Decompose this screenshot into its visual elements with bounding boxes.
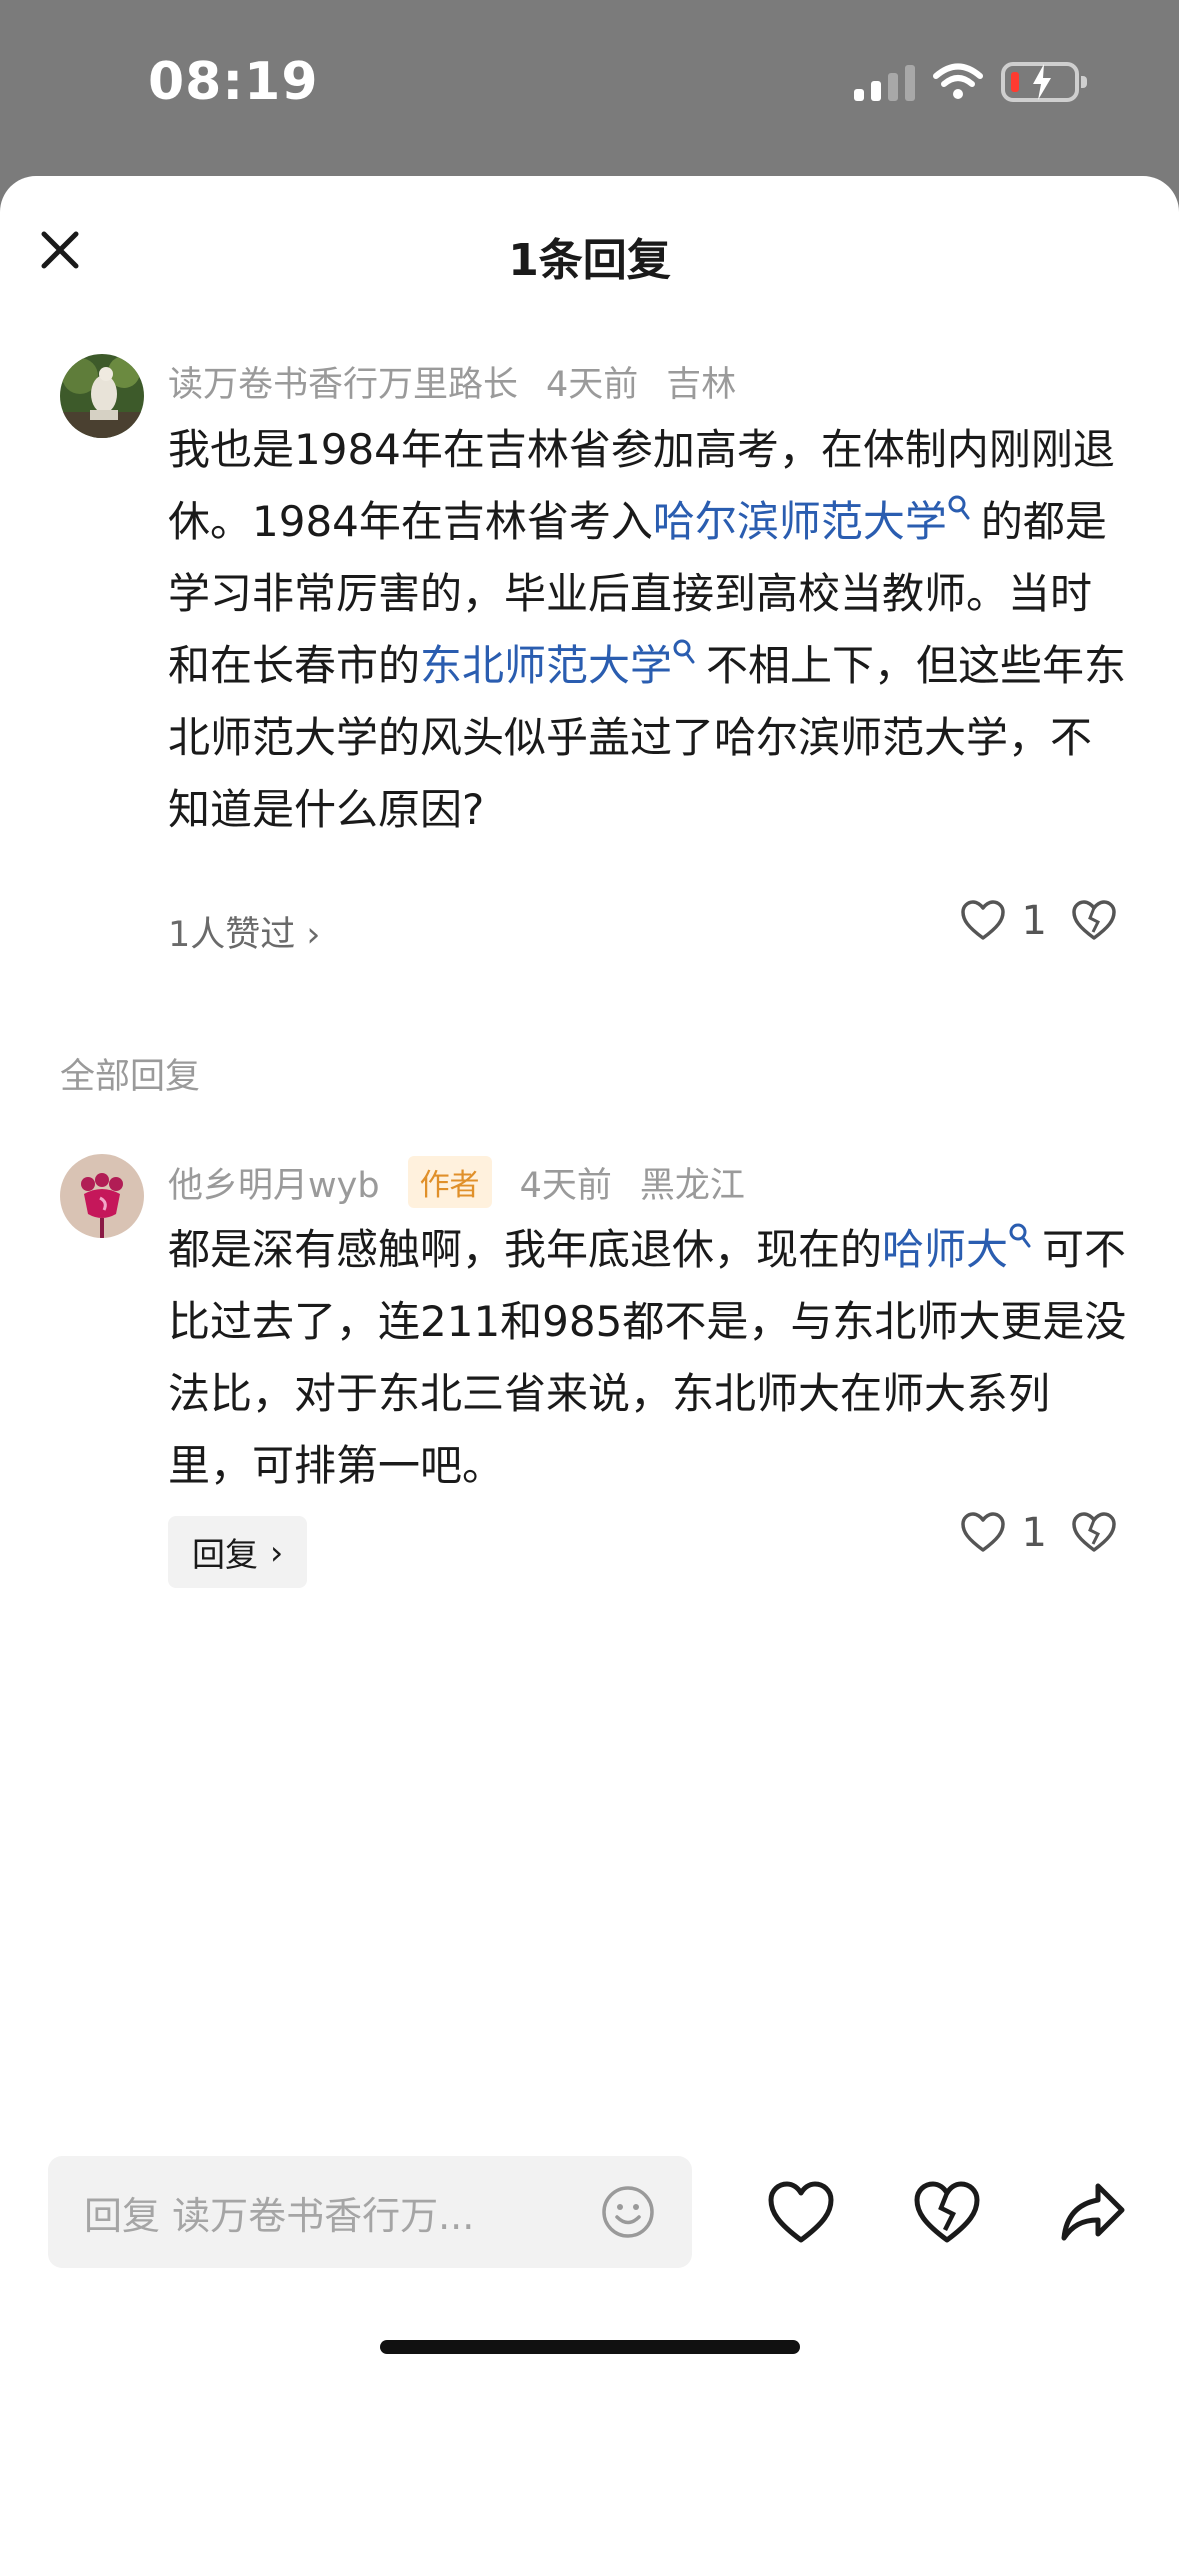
location: 吉林 <box>666 365 737 405</box>
sheet-title: 1条回复 <box>508 235 671 286</box>
share-icon[interactable] <box>1058 2178 1128 2248</box>
likes-summary-link[interactable]: 1人赞过 › <box>168 906 320 957</box>
like-count: 1 <box>1021 1510 1047 1556</box>
chevron-right-icon: › <box>270 1532 284 1572</box>
reply-meta: 他乡明月wyb 作者 4天前 黑龙江 <box>168 1156 773 1208</box>
wifi-icon <box>933 63 983 99</box>
comment-text: 我也是1984年在吉林省参加高考，在体制内刚刚退休。1984年在吉林省考入哈尔滨… <box>168 414 1128 846</box>
avatar[interactable] <box>60 354 144 438</box>
comment-meta: 读万卷书香行万里路长 4天前 吉林 <box>168 356 764 407</box>
section-label-all-replies: 全部回复 <box>60 1057 201 1097</box>
battery-icon <box>1001 62 1087 102</box>
heart-icon <box>960 900 1005 940</box>
author-badge: 作者 <box>407 1156 492 1208</box>
sheet-header: 1条回复 <box>0 176 1179 324</box>
comment-text-part: 我也是1984年在吉林省参加高考，在体制内刚刚退休。1984年在吉林省考入 <box>168 425 1115 546</box>
like-button[interactable]: 1 <box>960 1510 1047 1556</box>
home-indicator <box>380 2340 800 2354</box>
link-harbin-normal-university[interactable]: 哈尔滨师范大学 <box>653 497 947 546</box>
heart-icon <box>960 1512 1005 1552</box>
status-icons <box>854 62 1087 102</box>
search-icon[interactable] <box>1008 1222 1032 1250</box>
link-harbin-normal-university-short[interactable]: 哈师大 <box>882 1225 1008 1274</box>
broken-heart-icon[interactable] <box>1071 900 1117 942</box>
reply-text: 都是深有感触啊，我年底退休，现在的哈师大 可不比过去了，连211和985都不是，与… <box>168 1214 1128 1502</box>
location: 黑龙江 <box>639 1165 745 1206</box>
like-count: 1 <box>1021 898 1047 944</box>
likes-summary-label: 1人赞过 <box>168 915 296 955</box>
like-button[interactable]: 1 <box>960 898 1047 944</box>
emoji-icon[interactable] <box>600 2184 656 2240</box>
reply-text-part: 都是深有感触啊，我年底退休，现在的 <box>168 1225 883 1274</box>
broken-heart-icon[interactable] <box>1071 1512 1117 1554</box>
status-bar: 08:19 <box>0 0 1179 176</box>
username[interactable]: 他乡明月wyb <box>168 1157 380 1208</box>
heart-icon[interactable] <box>766 2178 836 2248</box>
link-northeast-normal-university[interactable]: 东北师范大学 <box>420 641 672 690</box>
cellular-signal-icon <box>854 63 915 101</box>
username[interactable]: 读万卷书香行万里路长 <box>168 356 518 407</box>
timestamp: 4天前 <box>519 1165 612 1206</box>
reply-button[interactable]: 回复 › <box>168 1516 308 1588</box>
timestamp: 4天前 <box>546 365 639 405</box>
reply-input[interactable]: 回复 读万卷书香行万... <box>48 2156 692 2268</box>
avatar[interactable] <box>60 1154 144 1238</box>
search-icon[interactable] <box>947 494 971 522</box>
reply-button-label: 回复 <box>192 1535 258 1574</box>
status-time: 08:19 <box>148 52 319 112</box>
reply-input-placeholder: 回复 读万卷书香行万... <box>84 2193 475 2238</box>
search-icon[interactable] <box>672 638 696 666</box>
broken-heart-icon[interactable] <box>912 2178 982 2248</box>
chevron-right-icon: › <box>306 915 321 955</box>
